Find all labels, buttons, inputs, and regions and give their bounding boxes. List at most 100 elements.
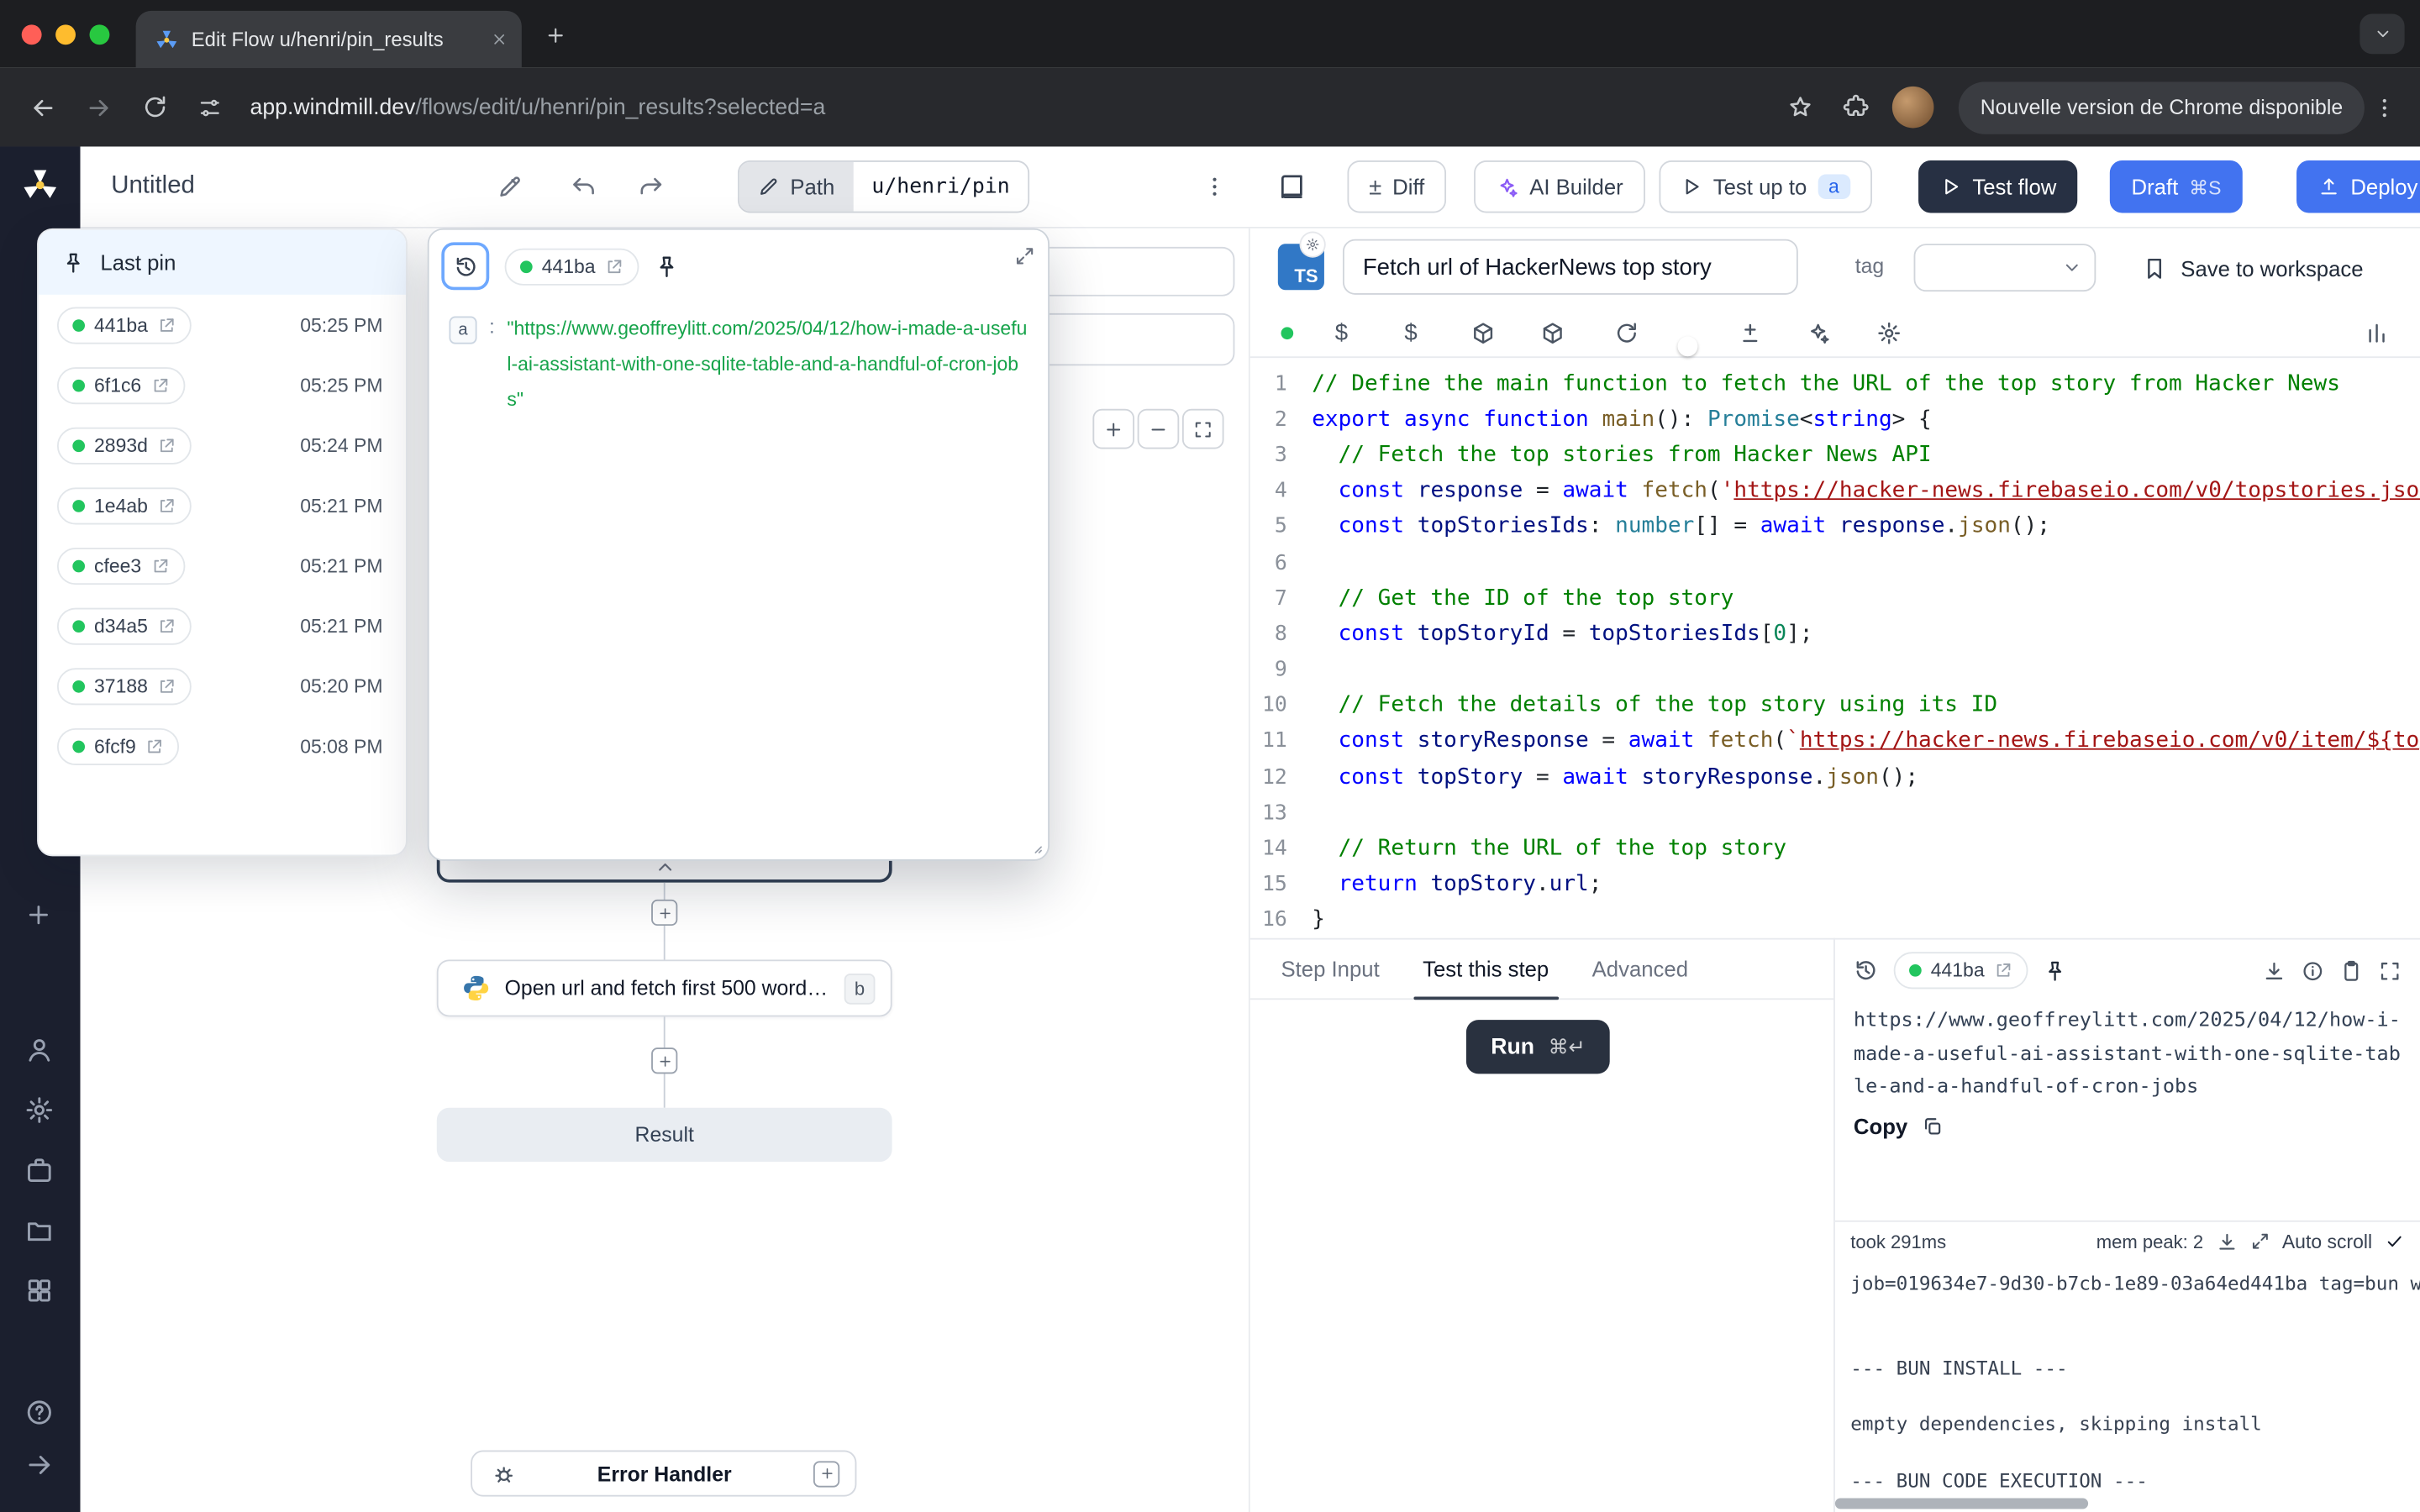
- ai-builder-button[interactable]: AI Builder: [1474, 160, 1644, 213]
- tab-step-input[interactable]: Step Input: [1260, 940, 1402, 999]
- flow-node-error-handler[interactable]: Error Handler: [471, 1451, 856, 1497]
- deploy-button[interactable]: Deploy: [2296, 160, 2420, 213]
- browser-tab[interactable]: Edit Flow u/henri/pin_results: [136, 11, 522, 68]
- flow-node-step-b[interactable]: Open url and fetch first 500 words of ..…: [437, 959, 892, 1016]
- fit-view-button[interactable]: [1182, 409, 1224, 449]
- edit-title-button[interactable]: [497, 174, 523, 200]
- step-summary-input[interactable]: [1343, 239, 1798, 295]
- windmill-logo[interactable]: [20, 165, 60, 213]
- history-button-focused[interactable]: [441, 242, 489, 290]
- maximize-window-button[interactable]: [90, 24, 110, 45]
- info-icon[interactable]: [2302, 959, 2325, 983]
- json-string-value[interactable]: "https://www.geoffreylitt.com/2025/04/12…: [507, 312, 1028, 418]
- profile-avatar[interactable]: [1892, 87, 1934, 129]
- diff-mode-icon[interactable]: [1738, 320, 1762, 344]
- auto-scroll-checkbox[interactable]: [2385, 1231, 2405, 1252]
- insert-step-button[interactable]: [651, 900, 677, 926]
- pin-icon[interactable]: [654, 254, 678, 278]
- history-icon[interactable]: [1854, 958, 1878, 983]
- close-window-button[interactable]: [22, 24, 42, 45]
- fullscreen-icon[interactable]: [2378, 959, 2402, 983]
- pin-item[interactable]: 1e4ab05:21 PM: [39, 475, 406, 536]
- tag-select[interactable]: [1914, 244, 2096, 291]
- draft-button[interactable]: Draft⌘S: [2110, 160, 2243, 213]
- expand-icon[interactable]: [2249, 1231, 2270, 1252]
- tab-advanced[interactable]: Advanced: [1570, 940, 1710, 999]
- sidebar-item-workers[interactable]: [24, 1156, 55, 1187]
- download-icon[interactable]: [2263, 959, 2286, 983]
- new-tab-button[interactable]: [534, 14, 576, 56]
- pin-hash-chip[interactable]: 6f1c6: [57, 366, 185, 403]
- log-lines[interactable]: job=019634e7-9d30-b7cb-1e89-03a64ed441ba…: [1835, 1261, 2420, 1496]
- assets-panel-icon[interactable]: [2365, 320, 2389, 344]
- popup-expand-button[interactable]: [1014, 245, 1036, 267]
- download-icon[interactable]: [2216, 1231, 2238, 1252]
- extensions-button[interactable]: [1828, 80, 1883, 135]
- flow-node-partial[interactable]: [1018, 313, 1234, 365]
- test-up-to-button[interactable]: Test up toa: [1659, 160, 1871, 213]
- sidebar-item-settings[interactable]: [24, 1095, 55, 1126]
- tab-test-this-step[interactable]: Test this step: [1401, 940, 1570, 999]
- minimize-window-button[interactable]: [55, 24, 76, 45]
- sidebar-collapse-button[interactable]: [24, 1451, 55, 1482]
- run-button[interactable]: Run⌘↵: [1466, 1020, 1610, 1074]
- code-editor[interactable]: 1// Define the main function to fetch th…: [1250, 358, 2420, 938]
- pin-hash-chip[interactable]: 441ba: [57, 307, 191, 344]
- result-value[interactable]: https://www.geoffreylitt.com/2025/04/12/…: [1854, 1005, 2407, 1104]
- sidebar-item-folders[interactable]: [24, 1215, 55, 1247]
- horizontal-scrollbar[interactable]: [1835, 1498, 2088, 1509]
- diff-button[interactable]: ±Diff: [1347, 160, 1446, 213]
- add-error-handler-button[interactable]: [813, 1460, 839, 1486]
- more-options-button[interactable]: [1202, 175, 1227, 199]
- redo-button[interactable]: [638, 174, 664, 200]
- sidebar-add-button[interactable]: [24, 901, 55, 932]
- step-settings-mini-icon[interactable]: [1301, 233, 1324, 256]
- variables-icon[interactable]: $: [1335, 319, 1348, 345]
- pin-hash-chip[interactable]: 1e4ab: [57, 486, 191, 523]
- bookmark-button[interactable]: [1772, 80, 1828, 135]
- pin-item[interactable]: 6f1c605:25 PM: [39, 354, 406, 415]
- popup-hash-chip[interactable]: 441ba: [505, 248, 639, 285]
- insert-step-button[interactable]: [651, 1047, 677, 1074]
- pin-item[interactable]: d34a505:21 PM: [39, 596, 406, 656]
- flow-node-partial[interactable]: [1018, 247, 1234, 297]
- pin-hash-chip[interactable]: d34a5: [57, 607, 191, 644]
- reload-button[interactable]: [127, 80, 182, 135]
- sidebar-item-apps[interactable]: [24, 1276, 55, 1307]
- zoom-in-button[interactable]: [1092, 409, 1134, 449]
- site-info-button[interactable]: [182, 80, 238, 135]
- pin-item[interactable]: 2893d05:24 PM: [39, 415, 406, 475]
- sidebar-item-user[interactable]: [24, 1035, 55, 1066]
- copy-result-button[interactable]: Copy: [1854, 1114, 1944, 1138]
- reset-icon[interactable]: [1614, 320, 1639, 344]
- pin-item[interactable]: cfee305:21 PM: [39, 535, 406, 596]
- chrome-update-chip[interactable]: Nouvelle version de Chrome disponible: [1959, 81, 2365, 133]
- path-value[interactable]: u/henri/pin: [853, 162, 1028, 212]
- sidebar-item-help[interactable]: [24, 1398, 55, 1429]
- pin-item[interactable]: 3718805:20 PM: [39, 656, 406, 717]
- result-hash-chip[interactable]: 441ba: [1894, 952, 2028, 989]
- pin-hash-chip[interactable]: 6fcf9: [57, 727, 179, 764]
- undo-button[interactable]: [571, 174, 597, 200]
- zoom-out-button[interactable]: [1138, 409, 1180, 449]
- clipboard-icon[interactable]: [2339, 959, 2363, 983]
- path-edit-button[interactable]: Path: [739, 162, 854, 212]
- browser-menu-button[interactable]: [2365, 81, 2405, 133]
- back-button[interactable]: [15, 80, 71, 135]
- package-icon[interactable]: [1470, 320, 1495, 344]
- resources-icon[interactable]: $: [1404, 319, 1417, 345]
- forward-button[interactable]: [71, 80, 126, 135]
- json-key-badge[interactable]: a: [449, 317, 476, 344]
- tab-close-icon[interactable]: [491, 31, 508, 48]
- editor-settings-icon[interactable]: [1876, 320, 1901, 344]
- flow-node-result[interactable]: Result: [437, 1108, 892, 1162]
- pin-hash-chip[interactable]: 37188: [57, 667, 191, 704]
- address-bar[interactable]: app.windmill.dev/flows/edit/u/henri/pin_…: [250, 95, 1772, 119]
- pin-icon[interactable]: [2043, 959, 2066, 983]
- pin-hash-chip[interactable]: cfee3: [57, 547, 185, 584]
- package-icon[interactable]: [1540, 320, 1565, 344]
- docs-button[interactable]: [1278, 173, 1306, 201]
- pin-hash-chip[interactable]: 2893d: [57, 427, 191, 464]
- pin-item[interactable]: 6fcf905:08 PM: [39, 716, 406, 776]
- pin-item[interactable]: 441ba05:25 PM: [39, 295, 406, 355]
